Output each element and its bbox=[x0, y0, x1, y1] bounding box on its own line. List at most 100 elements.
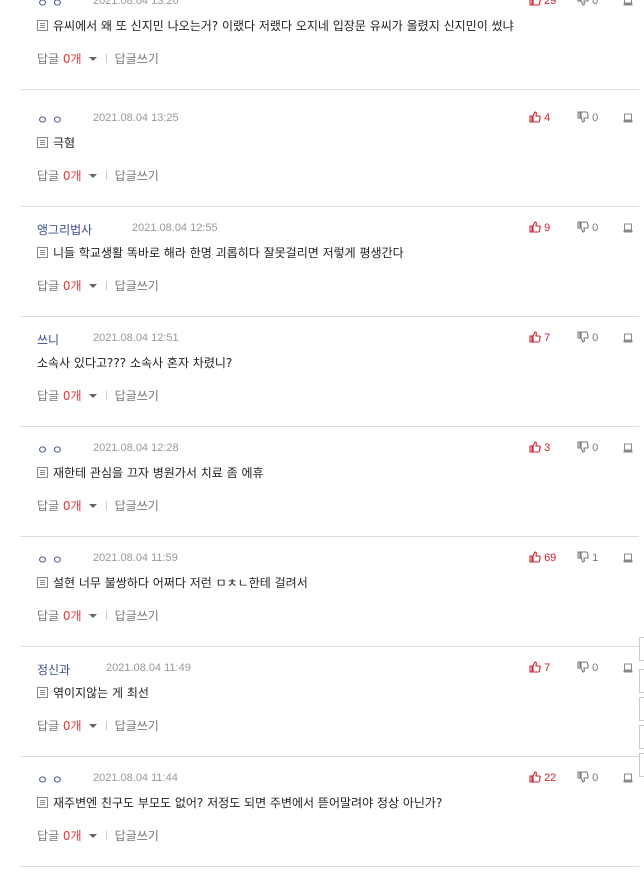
downvote-button[interactable]: 0 bbox=[577, 0, 598, 7]
downvote-button[interactable]: 0 bbox=[577, 331, 598, 344]
side-floating-button[interactable] bbox=[639, 697, 644, 721]
comment-author[interactable]: ㅇ ㅇ bbox=[37, 441, 63, 458]
upvote-button[interactable]: 3 bbox=[529, 441, 550, 454]
report-icon[interactable] bbox=[623, 773, 633, 783]
write-reply-button[interactable]: 답글쓰기 bbox=[115, 609, 159, 623]
comment-author[interactable]: ㅇ ㅇ bbox=[37, 111, 63, 128]
chevron-down-icon[interactable] bbox=[88, 394, 97, 398]
thumbs-up-icon bbox=[529, 331, 541, 343]
reply-toggle[interactable]: 답글 0개 bbox=[37, 52, 97, 66]
comment-author[interactable]: ㅇ ㅇ bbox=[37, 551, 63, 568]
chevron-down-icon[interactable] bbox=[88, 834, 97, 838]
report-icon[interactable] bbox=[623, 0, 633, 6]
comment-item: 앵그리법사 2021.08.04 12:55 9 0 니들 학교생활 똑바로 해… bbox=[20, 221, 639, 331]
vote-group: 9 0 bbox=[529, 221, 639, 237]
comment-author[interactable]: 쓰니 bbox=[37, 331, 59, 348]
downvote-button[interactable]: 0 bbox=[577, 221, 598, 234]
comment-date: 2021.08.04 11:49 bbox=[106, 662, 191, 674]
comment-author[interactable]: 앵그리법사 bbox=[37, 221, 92, 238]
side-floating-button[interactable] bbox=[639, 637, 644, 661]
side-floating-button[interactable] bbox=[639, 725, 644, 749]
upvote-button[interactable]: 9 bbox=[529, 221, 550, 234]
divider bbox=[105, 171, 107, 180]
comment-item: ㅇ ㅇ 2021.08.04 13:25 4 0 극혐 답글 0개 답글쓰기 bbox=[20, 111, 639, 221]
upvote-button[interactable]: 69 bbox=[529, 551, 556, 564]
comment-author[interactable]: ㅇ ㅇ bbox=[37, 0, 63, 11]
write-reply-button[interactable]: 답글쓰기 bbox=[115, 279, 159, 293]
reply-toggle[interactable]: 답글 0개 bbox=[37, 279, 97, 293]
comment-doc-icon bbox=[37, 137, 48, 148]
reply-toggle[interactable]: 답글 0개 bbox=[37, 389, 97, 403]
write-reply-button[interactable]: 답글쓰기 bbox=[115, 169, 159, 183]
downvote-count: 0 bbox=[592, 772, 599, 784]
upvote-count: 7 bbox=[544, 332, 551, 344]
comment-doc-icon bbox=[37, 247, 48, 258]
upvote-button[interactable]: 4 bbox=[529, 111, 550, 124]
report-icon[interactable] bbox=[623, 223, 633, 233]
upvote-button[interactable]: 22 bbox=[529, 771, 556, 784]
downvote-count: 1 bbox=[592, 552, 599, 564]
comment-body: 극혐 bbox=[53, 136, 76, 150]
report-icon[interactable] bbox=[623, 663, 633, 673]
write-reply-button[interactable]: 답글쓰기 bbox=[115, 389, 159, 403]
report-icon[interactable] bbox=[623, 553, 633, 563]
downvote-count: 0 bbox=[592, 112, 599, 124]
chevron-down-icon[interactable] bbox=[88, 504, 97, 508]
report-icon[interactable] bbox=[623, 113, 633, 123]
comment-actions: 답글 0개 답글쓰기 bbox=[37, 607, 159, 624]
reply-toggle[interactable]: 답글 0개 bbox=[37, 609, 97, 623]
thumbs-down-icon bbox=[577, 441, 589, 453]
comment-actions: 답글 0개 답글쓰기 bbox=[37, 827, 159, 844]
side-floating-button[interactable] bbox=[639, 669, 644, 693]
report-icon[interactable] bbox=[623, 333, 633, 343]
chevron-down-icon[interactable] bbox=[88, 284, 97, 288]
comment-author[interactable]: 정신과 bbox=[37, 661, 70, 678]
reply-toggle[interactable]: 답글 0개 bbox=[37, 719, 97, 733]
upvote-count: 29 bbox=[544, 0, 557, 7]
write-reply-button[interactable]: 답글쓰기 bbox=[115, 52, 159, 66]
thumbs-down-icon bbox=[577, 661, 589, 673]
comment-date: 2021.08.04 13:26 bbox=[93, 0, 179, 7]
thumbs-down-icon bbox=[577, 771, 589, 783]
vote-group: 7 0 bbox=[529, 661, 639, 677]
write-reply-button[interactable]: 답글쓰기 bbox=[115, 499, 159, 513]
comment-text: 극혐 bbox=[37, 134, 609, 151]
report-icon[interactable] bbox=[623, 443, 633, 453]
reply-toggle[interactable]: 답글 0개 bbox=[37, 499, 97, 513]
downvote-button[interactable]: 0 bbox=[577, 771, 598, 784]
upvote-button[interactable]: 29 bbox=[529, 0, 556, 7]
thumbs-up-icon bbox=[529, 441, 541, 453]
comment-body: 설현 너무 불쌍하다 어쩌다 저런 ㅁㅊㄴ한테 걸려서 bbox=[53, 576, 308, 590]
downvote-button[interactable]: 0 bbox=[577, 441, 598, 454]
upvote-count: 7 bbox=[544, 662, 551, 674]
comment-body: 재주변엔 친구도 부모도 없어? 저정도 되면 주변에서 뜯어말려야 정상 아닌… bbox=[53, 796, 443, 810]
thumbs-up-icon bbox=[529, 771, 541, 783]
comment-divider bbox=[20, 89, 639, 90]
comment-meta: 앵그리법사 2021.08.04 12:55 9 0 bbox=[37, 221, 639, 237]
downvote-button[interactable]: 1 bbox=[577, 551, 598, 564]
chevron-down-icon[interactable] bbox=[88, 57, 97, 61]
chevron-down-icon[interactable] bbox=[88, 174, 97, 178]
reply-toggle[interactable]: 답글 0개 bbox=[37, 169, 97, 183]
divider bbox=[105, 391, 107, 400]
downvote-count: 0 bbox=[592, 662, 599, 674]
comment-actions: 답글 0개 답글쓰기 bbox=[37, 50, 159, 67]
downvote-button[interactable]: 0 bbox=[577, 111, 598, 124]
chevron-down-icon[interactable] bbox=[88, 724, 97, 728]
comment-doc-icon bbox=[37, 687, 48, 698]
comment-date: 2021.08.04 12:28 bbox=[93, 442, 179, 454]
write-reply-button[interactable]: 답글쓰기 bbox=[115, 719, 159, 733]
reply-toggle[interactable]: 답글 0개 bbox=[37, 829, 97, 843]
thumbs-up-icon bbox=[529, 551, 541, 563]
chevron-down-icon[interactable] bbox=[88, 614, 97, 618]
upvote-button[interactable]: 7 bbox=[529, 661, 550, 674]
upvote-button[interactable]: 7 bbox=[529, 331, 550, 344]
upvote-count: 3 bbox=[544, 442, 551, 454]
side-floating-button[interactable] bbox=[639, 753, 644, 777]
reply-count: 0개 bbox=[62, 609, 82, 623]
thumbs-up-icon bbox=[529, 111, 541, 123]
reply-label: 답글 bbox=[37, 279, 60, 293]
comment-author[interactable]: ㅇ ㅇ bbox=[37, 771, 63, 788]
downvote-button[interactable]: 0 bbox=[577, 661, 598, 674]
write-reply-button[interactable]: 답글쓰기 bbox=[115, 829, 159, 843]
